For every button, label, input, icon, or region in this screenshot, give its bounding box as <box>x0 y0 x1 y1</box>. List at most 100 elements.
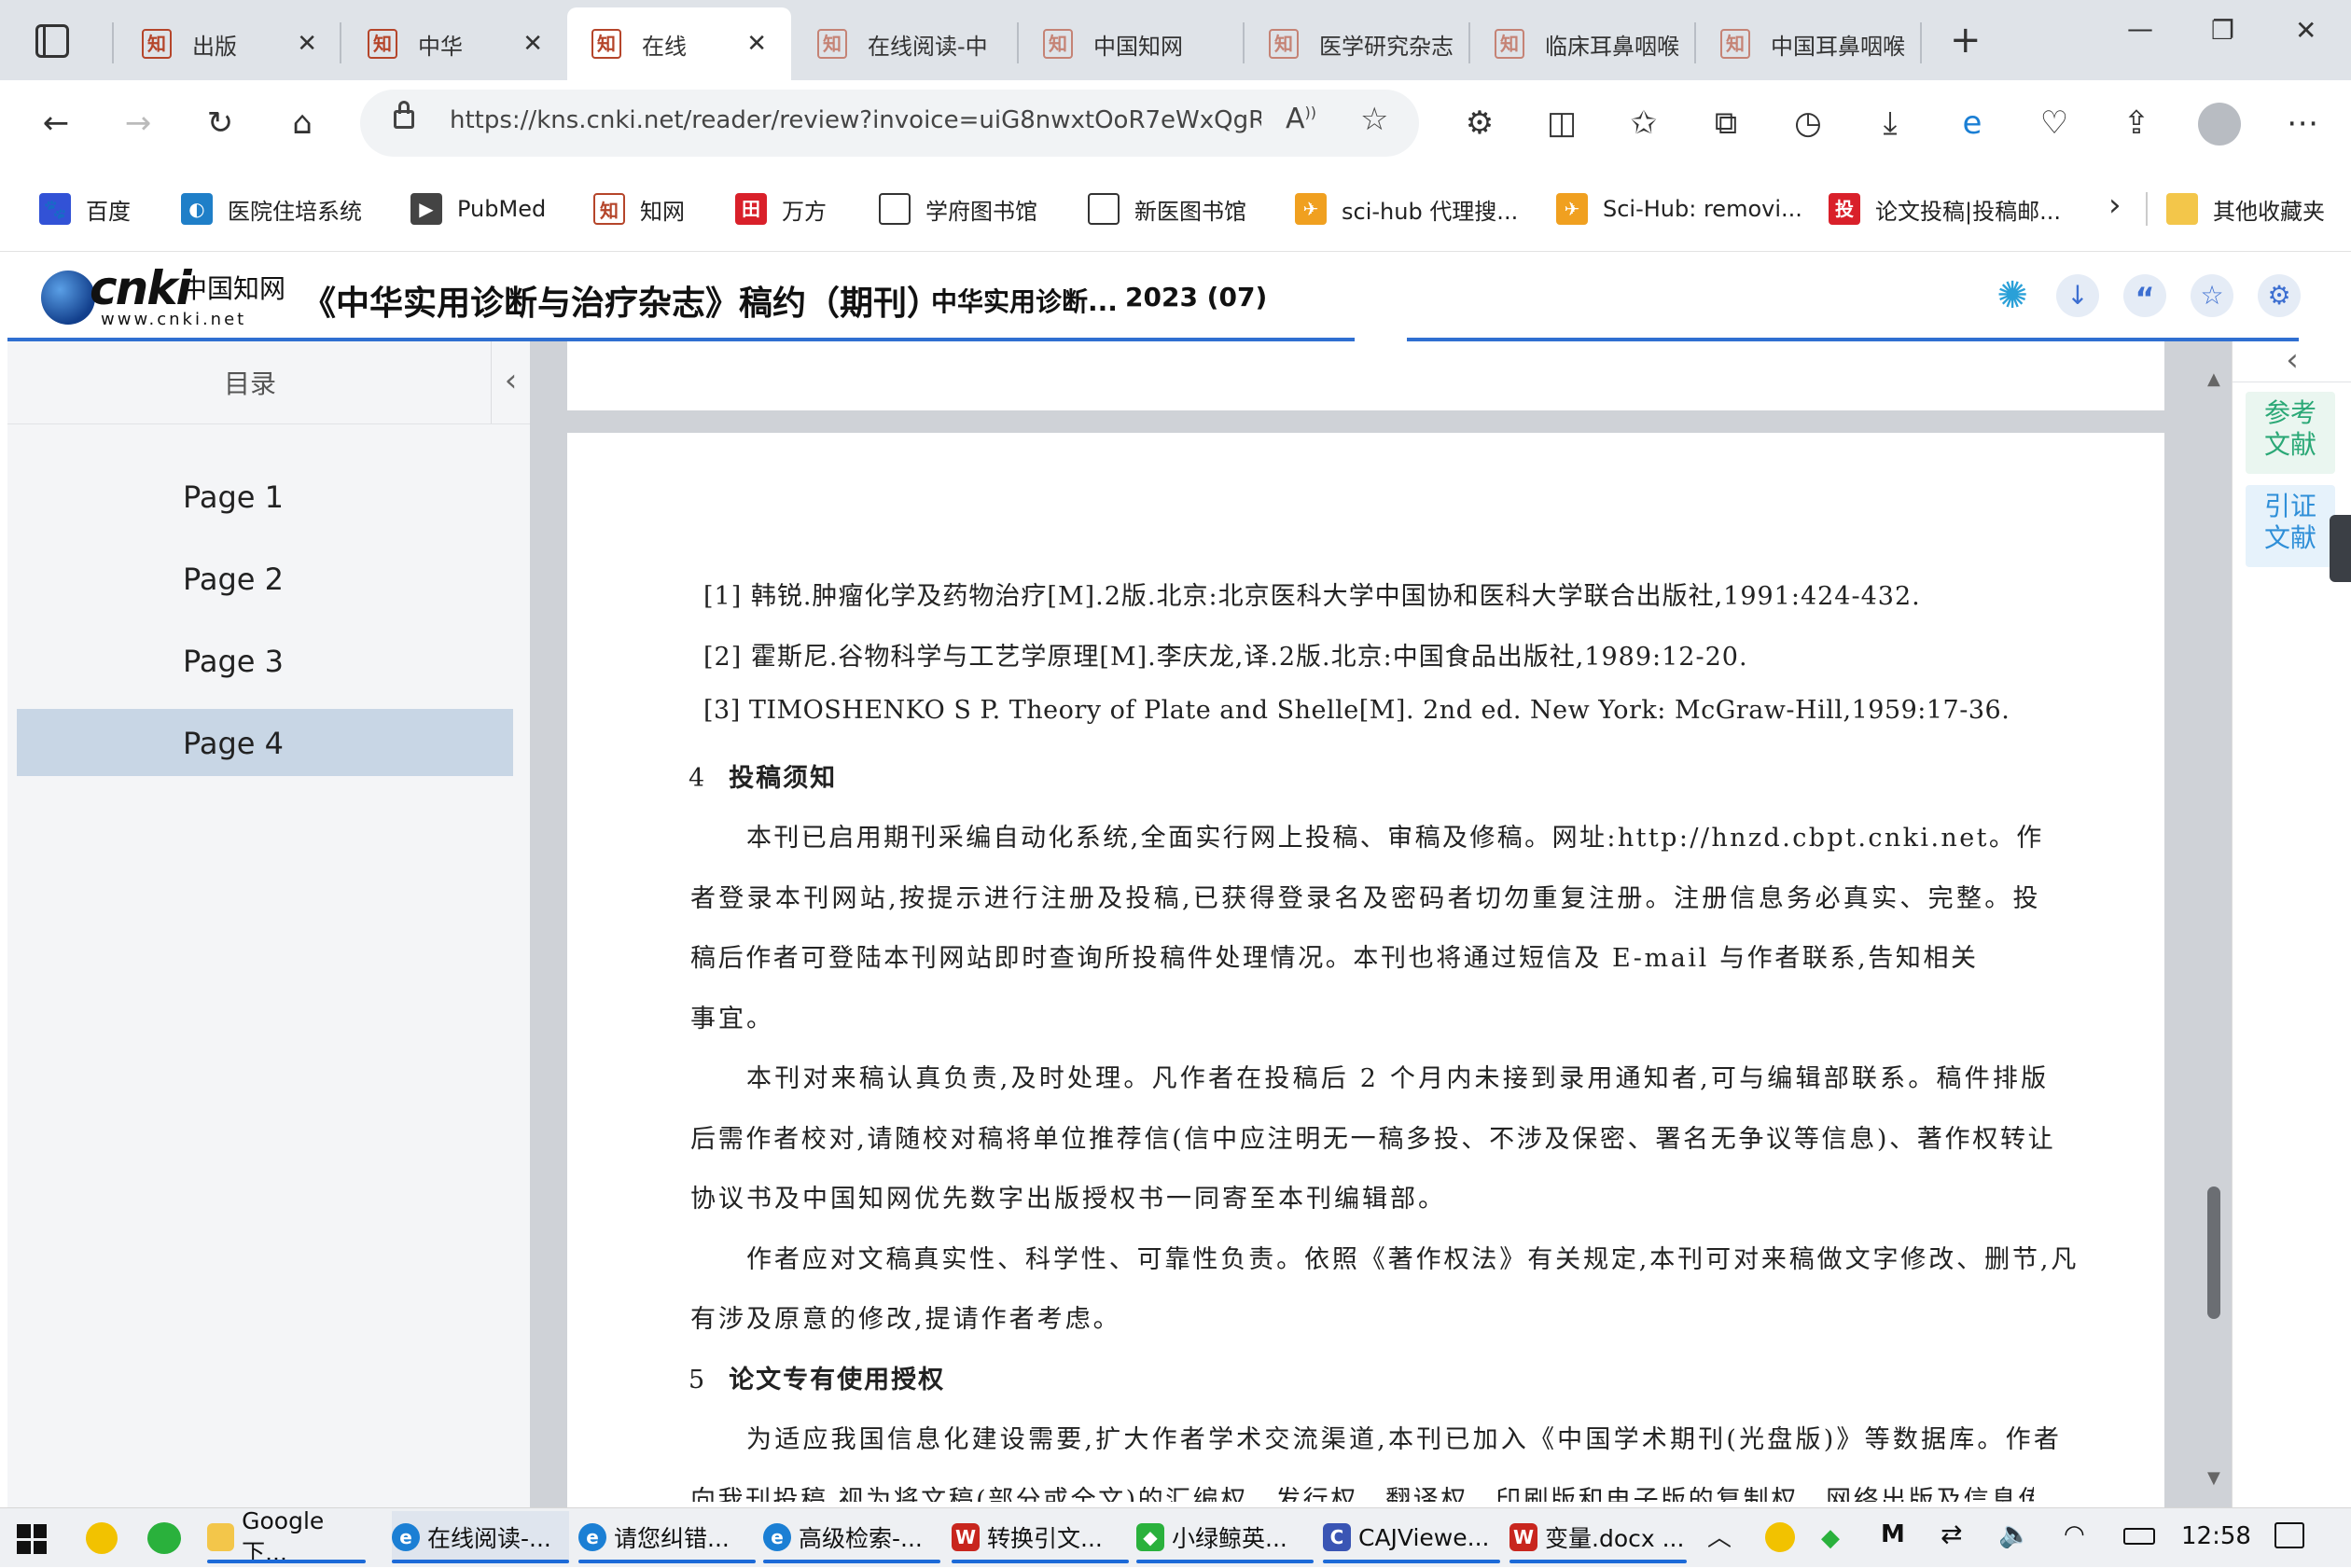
close-tab-icon[interactable]: ✕ <box>297 30 317 58</box>
close-tab-icon[interactable]: ✕ <box>522 30 543 58</box>
tray-qq-music-icon[interactable] <box>1765 1522 1795 1552</box>
toc-item-page-3[interactable]: Page 3 <box>17 627 513 694</box>
bookmark-library-1[interactable]: 学府图书馆 <box>879 187 1037 231</box>
qq-music-icon[interactable] <box>86 1522 118 1554</box>
tab-7[interactable]: 知 中国耳鼻咽喉 <box>1696 7 1920 80</box>
wechat-icon[interactable] <box>147 1522 181 1554</box>
extensions-icon[interactable]: ⚙ <box>1457 101 1502 146</box>
tab-5[interactable]: 知 医学研究杂志 <box>1245 7 1468 80</box>
ie-mode-icon[interactable]: e <box>1950 101 1995 146</box>
share-icon[interactable]: ⇪ <box>2114 101 2159 146</box>
restore-button[interactable]: ❐ <box>2211 15 2234 46</box>
globe-icon <box>41 271 95 325</box>
tab-0[interactable]: 知 出版 ✕ <box>118 7 341 80</box>
bookmark-label: 知网 <box>640 198 685 225</box>
bookmark-scihub-proxy[interactable]: ✈ sci-hub 代理搜... <box>1295 187 1518 231</box>
volume-icon[interactable]: 🔈 <box>1998 1519 2031 1549</box>
bookmark-cnki[interactable]: 知知网 <box>593 187 685 231</box>
tab-4[interactable]: 知 中国知网 <box>1019 7 1243 80</box>
home-icon[interactable]: ⌂ <box>280 101 325 146</box>
bookmark-wanfang[interactable]: 田万方 <box>735 187 827 231</box>
windows-start-icon[interactable] <box>17 1524 47 1554</box>
battery-icon[interactable] <box>2123 1528 2155 1545</box>
tab-3[interactable]: 知 在线阅读-中 <box>793 7 1017 80</box>
taskbar-label: CAJViewe... <box>1358 1523 1490 1551</box>
taskbar-label: 转换引文... <box>987 1525 1103 1552</box>
tray-ime-icon[interactable]: M <box>1881 1520 1905 1548</box>
history-icon[interactable]: ◷ <box>1786 101 1830 146</box>
taskbar-item-wps-docx[interactable]: W 变量.docx ... <box>1509 1511 1687 1563</box>
folder-icon <box>207 1523 235 1551</box>
notification-icon[interactable] <box>2274 1522 2304 1548</box>
taskbar-item-green-whale[interactable]: ◆ 小绿鲸英... <box>1136 1511 1314 1563</box>
cnki-icon: 知 <box>593 193 625 225</box>
close-window-button[interactable]: ✕ <box>2295 15 2316 46</box>
scroll-up-arrow-icon[interactable]: ▲ <box>2207 369 2220 389</box>
chevron-right-icon[interactable]: › <box>2108 187 2121 224</box>
tab-1[interactable]: 知 中华 ✕ <box>343 7 567 80</box>
taskbar-item-edge-correction[interactable]: e 请您纠错... <box>578 1511 756 1563</box>
previous-page-bottom <box>567 341 2164 410</box>
bookmark-other-folder[interactable]: ▭ 其他收藏夹 <box>2166 187 2325 231</box>
split-screen-icon[interactable]: ◫ <box>1539 101 1584 146</box>
favorites-icon[interactable]: ✩ <box>1621 101 1666 146</box>
bookmark-submission[interactable]: 投论文投稿|投稿邮... <box>1829 187 2061 231</box>
taskbar-item-google-folder[interactable]: Google下... <box>207 1507 366 1566</box>
tab-2-active[interactable]: 知 在线 ✕ <box>567 7 791 80</box>
tab-title: 在线 <box>642 33 687 60</box>
cnki-logo[interactable]: cnki 中国知网 www.cnki.net <box>41 261 295 329</box>
browser-essentials-icon[interactable]: ♡ <box>2032 101 2077 146</box>
bookmark-pubmed[interactable]: ▶ PubMed <box>410 187 546 231</box>
toc-item-page-1[interactable]: Page 1 <box>17 463 513 530</box>
ai-assistant-icon[interactable]: ✺ <box>1989 272 2036 319</box>
section-4-line: 事宜。 <box>690 1005 774 1034</box>
forward-arrow-icon[interactable]: → <box>116 101 160 146</box>
bookmark-hospital[interactable]: ◐ 医院住培系统 <box>181 187 362 231</box>
tab-6[interactable]: 知 临床耳鼻咽喉 <box>1470 7 1694 80</box>
address-bar[interactable]: https://kns.cnki.net/reader/review?invoi… <box>360 90 1419 157</box>
close-tab-icon[interactable]: ✕ <box>746 30 767 58</box>
citations-tab[interactable]: 引证文献 <box>2246 485 2335 567</box>
scroll-down-arrow-icon[interactable]: ▼ <box>2207 1468 2220 1488</box>
cnki-favicon-icon: 知 <box>368 29 397 59</box>
bookmark-label: 论文投稿|投稿邮... <box>1875 198 2061 225</box>
favorite-icon[interactable]: ☆ <box>2191 274 2233 317</box>
refresh-icon[interactable]: ↻ <box>198 101 243 146</box>
back-arrow-icon[interactable]: ← <box>34 101 78 146</box>
download-icon[interactable]: ↓ <box>2056 274 2099 317</box>
collections-icon[interactable]: ⧉ <box>1704 101 1748 146</box>
favorite-star-icon[interactable]: ☆ <box>1360 101 1388 138</box>
download-icon[interactable]: ⤓ <box>1868 101 1913 146</box>
bookmark-scihub[interactable]: ✈ Sci-Hub: removi... <box>1556 187 1802 231</box>
minimize-button[interactable]: — <box>2127 13 2153 44</box>
section-4-heading: 4 投稿须知 <box>689 757 837 794</box>
toc-item-page-2[interactable]: Page 2 <box>17 545 513 612</box>
side-drag-handle[interactable] <box>2330 515 2351 582</box>
more-menu-icon[interactable]: ⋯ <box>2280 101 2325 146</box>
taskbar-item-wps-convert[interactable]: W 转换引文... <box>952 1511 1129 1563</box>
toc-item-page-4-active[interactable]: Page 4 <box>17 709 513 776</box>
tray-sync-icon[interactable]: ⇄ <box>1941 1519 1962 1549</box>
read-aloud-icon[interactable]: A)) <box>1286 103 1316 135</box>
references-tab[interactable]: 参考文献 <box>2246 392 2335 474</box>
new-tab-button[interactable]: + <box>1950 19 1982 62</box>
cite-icon[interactable]: “ <box>2123 274 2166 317</box>
section-4-line: 协议书及中国知网优先数字出版授权书一同寄至本刊编辑部。 <box>690 1185 1446 1214</box>
bookmark-baidu[interactable]: 🐾 百度 <box>39 187 131 231</box>
url-text[interactable]: https://kns.cnki.net/reader/review?invoi… <box>450 106 1261 134</box>
collapse-right-panel-chevron-icon[interactable]: ‹ <box>2233 341 2351 382</box>
taskbar-item-cajviewer[interactable]: C CAJViewe... <box>1323 1511 1500 1563</box>
tab-actions-icon[interactable] <box>35 24 69 58</box>
settings-icon[interactable]: ⚙ <box>2258 274 2301 317</box>
scrollbar-thumb[interactable] <box>2207 1186 2220 1319</box>
taskbar-item-edge-reader[interactable]: e 在线阅读-... <box>392 1511 569 1563</box>
taskbar-item-edge-search[interactable]: e 高级检索-... <box>763 1511 940 1563</box>
tab-title: 中华 <box>418 33 463 60</box>
collapse-sidebar-button[interactable]: ‹ <box>491 341 530 423</box>
wifi-icon[interactable]: ◠ <box>2064 1520 2085 1548</box>
tray-overflow-chevron-icon[interactable]: ︿ <box>1707 1519 1732 1553</box>
tray-whale-icon[interactable]: ◆ <box>1821 1524 1840 1552</box>
profile-avatar[interactable] <box>2198 103 2241 146</box>
clock-time[interactable]: 12:58 <box>2181 1522 2251 1550</box>
bookmark-library-2[interactable]: 新医图书馆 <box>1088 187 1246 231</box>
